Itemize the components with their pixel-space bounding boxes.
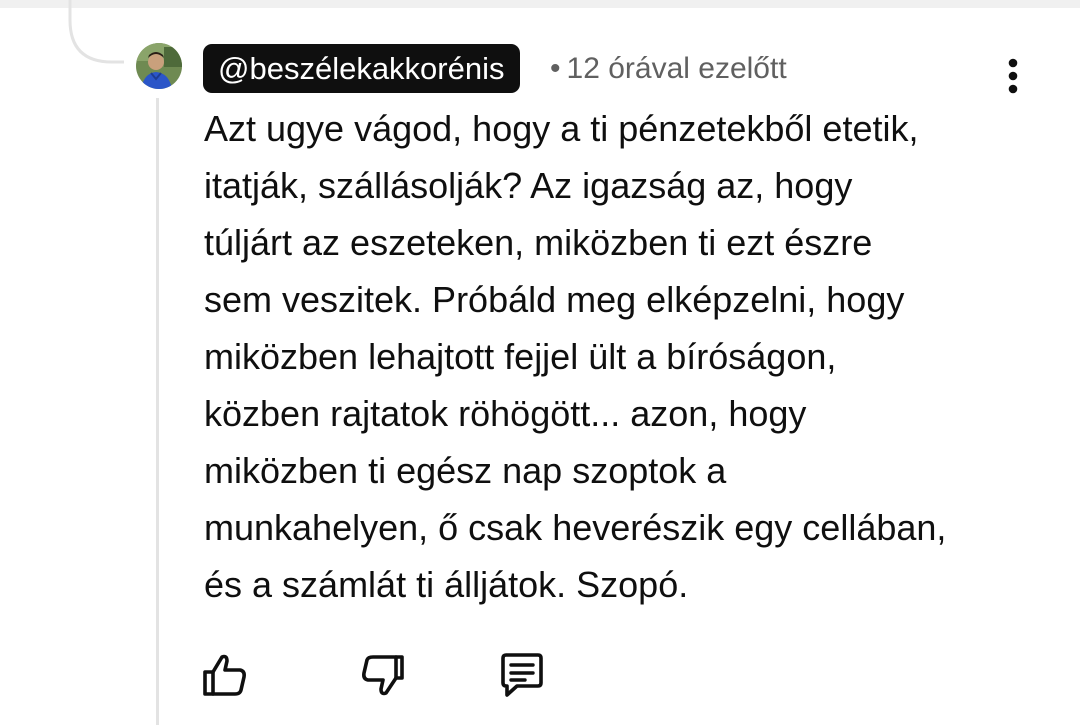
comment-timestamp[interactable]: 12 órával ezelőtt [567, 52, 787, 85]
reply-button[interactable] [497, 650, 547, 700]
avatar[interactable] [136, 43, 182, 89]
comment-line: miközben lehajtott fejjel ült a bíróságo… [204, 336, 837, 377]
comment-line: és a számlát ti álljátok. Szopó. [204, 564, 689, 605]
more-vert-icon [1008, 58, 1018, 94]
thumbs-down-icon [362, 655, 404, 696]
thread-connector [68, 0, 124, 64]
comment-line: sem veszitek. Próbáld meg elképzelni, ho… [204, 279, 905, 320]
dislike-button[interactable] [357, 650, 407, 700]
comment-line: közben rajtatok röhögött... azon, hogy [204, 393, 807, 434]
comment-thread: @beszélekakkorénis • 12 órával ezelőtt Az… [0, 0, 1080, 725]
more-options-button[interactable] [996, 56, 1030, 96]
comment-meta: • 12 órával ezelőtt [550, 50, 787, 88]
comment-line: miközben ti egész nap szoptok a [204, 450, 727, 491]
top-divider [0, 0, 1080, 8]
thumbs-up-icon [203, 654, 246, 696]
comment-line: Azt ugye vágod, hogy a ti pénzetekből et… [204, 108, 919, 149]
meta-separator: • [550, 52, 561, 85]
comment-line: túljárt az eszeteken, miközben ti ezt és… [204, 222, 873, 263]
comment-line: itatják, szállásolják? Az igazság az, ho… [204, 165, 853, 206]
comment-text: Azt ugye vágod, hogy a ti pénzetekből et… [204, 100, 1054, 613]
comment-line: munkahelyen, ő csak heverészik egy cellá… [204, 507, 947, 548]
author-name-chip[interactable]: @beszélekakkorénis [203, 44, 520, 93]
like-button[interactable] [200, 650, 250, 700]
reply-thread-line [156, 98, 159, 725]
comment-reply-icon [501, 653, 543, 697]
